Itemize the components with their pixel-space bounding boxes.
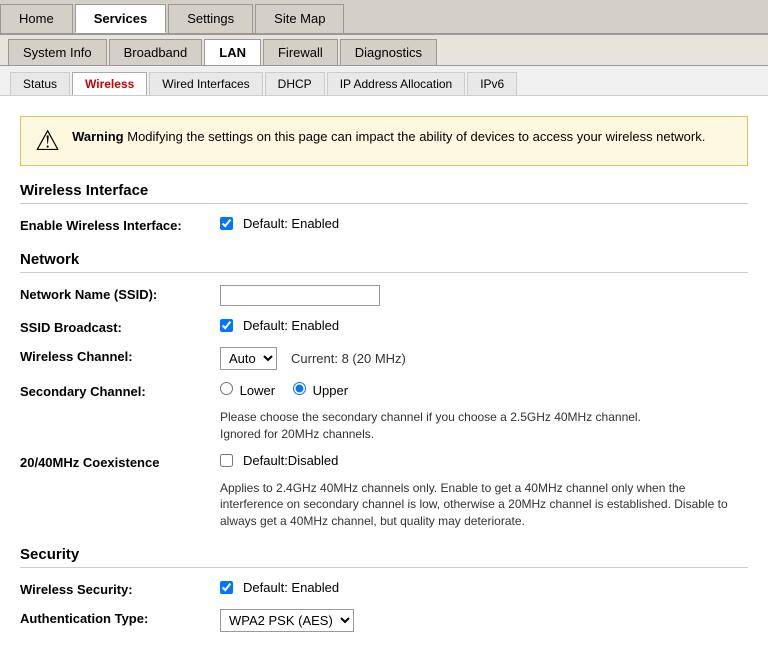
- tab-wireless[interactable]: Wireless: [72, 72, 147, 95]
- ssid-value: [220, 285, 748, 306]
- coexistence-label: 20/40MHz Coexistence: [20, 453, 220, 470]
- secondary-channel-row: Secondary Channel: Lower Upper: [20, 380, 748, 401]
- secondary-channel-note: Please choose the secondary channel if y…: [220, 409, 748, 443]
- wireless-channel-value: Auto Current: 8 (20 MHz): [220, 347, 748, 370]
- tab-wired-interfaces[interactable]: Wired Interfaces: [149, 72, 262, 95]
- ssid-broadcast-row: SSID Broadcast: Default: Enabled: [20, 316, 748, 337]
- security-header: Security: [20, 546, 748, 568]
- tab-ip-address-allocation[interactable]: IP Address Allocation: [327, 72, 466, 95]
- ssid-broadcast-value: Default: Enabled: [220, 318, 748, 333]
- tab-settings[interactable]: Settings: [168, 4, 253, 33]
- warning-message: Modifying the settings on this page can …: [127, 129, 705, 144]
- ssid-broadcast-text: Default: Enabled: [243, 318, 339, 333]
- warning-icon: ⚠: [35, 127, 60, 155]
- tab-broadband[interactable]: Broadband: [109, 39, 203, 65]
- ssid-label: Network Name (SSID):: [20, 285, 220, 302]
- ssid-row: Network Name (SSID):: [20, 283, 748, 308]
- tab-home[interactable]: Home: [0, 4, 73, 33]
- auth-type-row: Authentication Type: WPA2 PSK (AES): [20, 607, 748, 634]
- wireless-channel-current: Current: 8 (20 MHz): [291, 351, 406, 366]
- secondary-channel-lower-text: Lower: [240, 383, 275, 398]
- secondary-channel-value: Lower Upper: [220, 382, 748, 398]
- enable-wireless-value: Default: Enabled: [220, 216, 748, 231]
- tab-services[interactable]: Services: [75, 4, 167, 33]
- tab-sitemap[interactable]: Site Map: [255, 4, 344, 33]
- ssid-broadcast-checkbox[interactable]: [220, 319, 233, 332]
- wireless-channel-row: Wireless Channel: Auto Current: 8 (20 MH…: [20, 345, 748, 372]
- wireless-interface-header: Wireless Interface: [20, 182, 748, 204]
- coexistence-text: Default:Disabled: [243, 453, 338, 468]
- tab-ipv6[interactable]: IPv6: [467, 72, 517, 95]
- secondary-channel-upper-radio[interactable]: [293, 382, 306, 395]
- secondary-channel-lower-label: Lower: [220, 382, 275, 398]
- secondary-channel-lower-radio[interactable]: [220, 382, 233, 395]
- tab-lan[interactable]: LAN: [204, 39, 261, 65]
- top-nav: Home Services Settings Site Map: [0, 0, 768, 35]
- tab-sysinfo[interactable]: System Info: [8, 39, 107, 65]
- enable-wireless-row: Enable Wireless Interface: Default: Enab…: [20, 214, 748, 235]
- third-nav: Status Wireless Wired Interfaces DHCP IP…: [0, 66, 768, 96]
- network-header: Network: [20, 251, 748, 273]
- ssid-broadcast-label: SSID Broadcast:: [20, 318, 220, 335]
- coexistence-row: 20/40MHz Coexistence Default:Disabled: [20, 451, 748, 472]
- coexistence-note: Applies to 2.4GHz 40MHz channels only. E…: [220, 480, 748, 530]
- secondary-channel-upper-label: Upper: [293, 382, 348, 398]
- tab-firewall[interactable]: Firewall: [263, 39, 338, 65]
- enable-wireless-text: Default: Enabled: [243, 216, 339, 231]
- second-nav: System Info Broadband LAN Firewall Diagn…: [0, 35, 768, 66]
- wireless-channel-select[interactable]: Auto: [220, 347, 277, 370]
- warning-text: Warning Modifying the settings on this p…: [72, 127, 705, 147]
- enable-wireless-label: Enable Wireless Interface:: [20, 216, 220, 233]
- wireless-security-text: Default: Enabled: [243, 580, 339, 595]
- tab-status[interactable]: Status: [10, 72, 70, 95]
- wireless-security-checkbox[interactable]: [220, 581, 233, 594]
- wireless-security-label: Wireless Security:: [20, 580, 220, 597]
- wireless-security-row: Wireless Security: Default: Enabled: [20, 578, 748, 599]
- tab-dhcp[interactable]: DHCP: [265, 72, 325, 95]
- coexistence-checkbox[interactable]: [220, 454, 233, 467]
- enable-wireless-checkbox[interactable]: [220, 217, 233, 230]
- wireless-channel-label: Wireless Channel:: [20, 347, 220, 364]
- tab-diagnostics[interactable]: Diagnostics: [340, 39, 437, 65]
- wireless-security-value: Default: Enabled: [220, 580, 748, 595]
- secondary-channel-label: Secondary Channel:: [20, 382, 220, 399]
- warning-box: ⚠ Warning Modifying the settings on this…: [20, 116, 748, 166]
- main-content: ⚠ Warning Modifying the settings on this…: [0, 96, 768, 662]
- warning-bold: Warning: [72, 129, 124, 144]
- auth-type-value: WPA2 PSK (AES): [220, 609, 748, 632]
- secondary-channel-upper-text: Upper: [313, 383, 348, 398]
- ssid-input[interactable]: [220, 285, 380, 306]
- auth-type-label: Authentication Type:: [20, 609, 220, 626]
- auth-type-select[interactable]: WPA2 PSK (AES): [220, 609, 354, 632]
- coexistence-value: Default:Disabled: [220, 453, 748, 468]
